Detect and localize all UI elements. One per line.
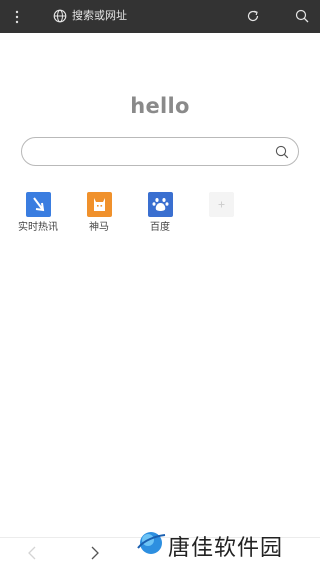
address-bar[interactable]: 搜索或网址 bbox=[72, 8, 127, 24]
add-icon bbox=[208, 192, 234, 217]
search-input[interactable] bbox=[36, 142, 270, 163]
news-arrow-icon bbox=[25, 192, 51, 217]
search-icon[interactable] bbox=[275, 145, 289, 159]
watermark-text: 唐佳软件园 bbox=[168, 536, 284, 561]
quick-link-label: 百度 bbox=[150, 222, 170, 233]
planet-logo-icon bbox=[137, 532, 166, 554]
top-toolbar: 搜索或网址 bbox=[0, 0, 320, 33]
watermark: 唐佳软件园 bbox=[136, 527, 308, 561]
back-icon[interactable] bbox=[27, 546, 37, 560]
quick-link-shenma[interactable]: 神马 bbox=[73, 192, 125, 234]
greeting-title: hello bbox=[130, 94, 190, 118]
shenma-horse-icon bbox=[86, 192, 112, 217]
baidu-paw-icon bbox=[147, 192, 173, 217]
search-box[interactable] bbox=[21, 137, 299, 166]
more-vertical-icon[interactable] bbox=[12, 9, 22, 25]
refresh-icon[interactable] bbox=[246, 9, 260, 23]
quick-link-label: 实时热讯 bbox=[18, 222, 58, 233]
forward-icon[interactable] bbox=[90, 546, 100, 560]
globe-icon bbox=[53, 9, 67, 23]
quick-link-add[interactable] bbox=[195, 192, 247, 222]
quick-link-baidu[interactable]: 百度 bbox=[134, 192, 186, 234]
search-icon[interactable] bbox=[295, 9, 309, 23]
quick-link-label: 神马 bbox=[89, 222, 109, 233]
quick-link-news[interactable]: 实时热讯 bbox=[12, 192, 64, 234]
